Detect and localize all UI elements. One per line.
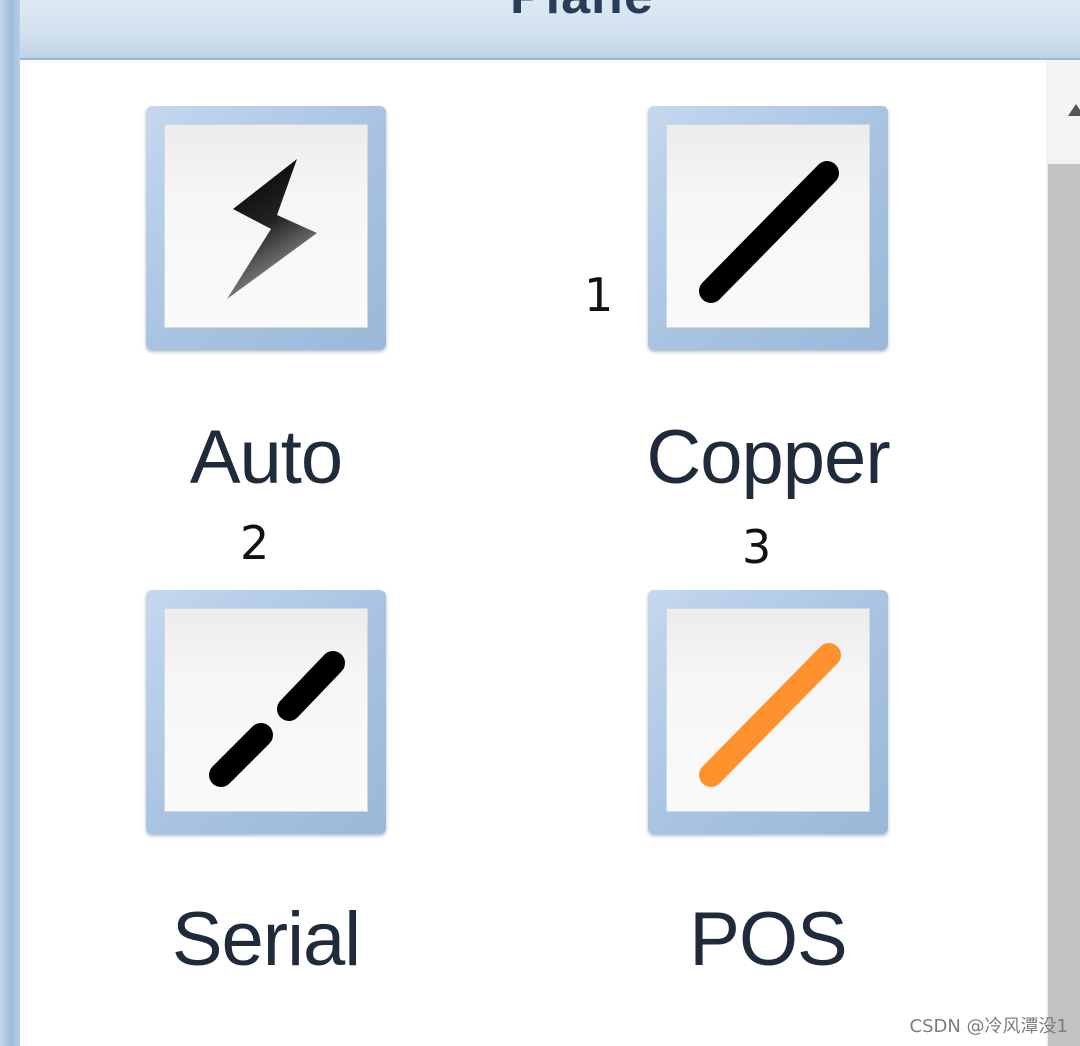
title-bar: Plane	[20, 0, 1080, 60]
marker-1: 1	[584, 268, 614, 322]
auto-tool-label: Auto	[189, 415, 343, 500]
auto-tool-button[interactable]	[146, 106, 386, 350]
scrollbar-thumb[interactable]	[1048, 164, 1080, 1046]
serial-tool-label: Serial	[171, 897, 361, 982]
pos-tool-button[interactable]	[648, 590, 888, 834]
window-left-border	[0, 0, 20, 1046]
window-title: Plane	[510, 0, 654, 26]
tool-palette-window: Plane Auto	[0, 0, 1080, 1046]
auto-button-face	[164, 124, 368, 328]
solid-diagonal-line-icon	[699, 161, 839, 303]
copper-tool-button[interactable]	[648, 106, 888, 350]
pos-tool-label: POS	[689, 897, 848, 982]
tool-grid: Auto Copper Serial POS 1 2 3	[20, 60, 1048, 1046]
lightning-bolt-icon	[227, 159, 317, 299]
orange-diagonal-line-icon	[699, 643, 841, 787]
marker-3: 3	[742, 520, 772, 574]
scroll-up-button[interactable]	[1046, 60, 1080, 160]
copper-tool-label: Copper	[646, 415, 890, 500]
serial-tool-button[interactable]	[146, 590, 386, 834]
pos-button-face	[666, 608, 870, 812]
watermark: CSDN @冷风潭没1	[909, 1016, 1069, 1037]
serial-button-face	[164, 608, 368, 812]
copper-button-face	[666, 124, 870, 328]
marker-2: 2	[240, 516, 270, 570]
dashed-diagonal-line-icon	[209, 651, 345, 787]
arrow-up-icon	[1068, 104, 1080, 116]
vertical-scrollbar[interactable]	[1046, 60, 1080, 1046]
